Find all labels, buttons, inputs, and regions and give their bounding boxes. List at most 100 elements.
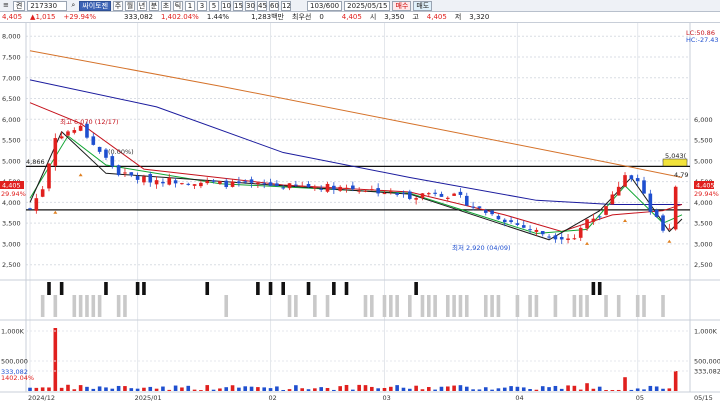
right-price-tag-text: 4,405 bbox=[696, 182, 715, 190]
candle-body bbox=[34, 198, 39, 211]
candle-body bbox=[357, 190, 361, 192]
candle-body bbox=[351, 185, 355, 190]
volume-bar bbox=[509, 386, 513, 391]
candle-body bbox=[604, 206, 608, 215]
interval-1-button[interactable]: 1 bbox=[185, 0, 196, 11]
volume-bar bbox=[490, 389, 494, 391]
interval-45-button[interactable]: 45 bbox=[257, 0, 268, 11]
period-week-button[interactable]: 주 bbox=[113, 0, 124, 11]
candle-body bbox=[572, 238, 577, 240]
candle-body bbox=[597, 216, 602, 218]
count-field[interactable]: 103/600 bbox=[307, 0, 343, 11]
sell-button[interactable]: 매도 bbox=[413, 0, 433, 11]
price-chart[interactable]: 8,0007,5007,0006,5006,0005,5005,0004,500… bbox=[0, 23, 720, 404]
volume-bar bbox=[604, 390, 608, 391]
period-year-button[interactable]: 년 bbox=[137, 0, 148, 11]
interval-10-button[interactable]: 10 bbox=[221, 0, 232, 11]
period-minute-button[interactable]: 분 bbox=[149, 0, 160, 11]
volume-bar bbox=[332, 389, 336, 391]
magnifier-icon[interactable]: ⌕ bbox=[69, 1, 77, 11]
interval-15-button[interactable]: 15 bbox=[233, 0, 244, 11]
candle-body bbox=[186, 183, 191, 185]
candle-body bbox=[376, 188, 380, 194]
menu-icon[interactable]: ≡ bbox=[1, 1, 11, 11]
buy-button[interactable]: 매수 bbox=[392, 0, 412, 11]
date-field[interactable]: 2025/05/15 bbox=[344, 0, 391, 11]
volume-bar bbox=[199, 390, 203, 391]
volume-bar bbox=[47, 387, 51, 391]
signal-bar bbox=[294, 295, 298, 317]
volume-bar bbox=[452, 385, 456, 391]
candle-body bbox=[230, 181, 235, 187]
low-annotation: 최저 2,920 (04/09) bbox=[452, 243, 511, 252]
period-month-button[interactable]: 월 bbox=[125, 0, 136, 11]
volume-left-tick: 500,000 bbox=[1, 358, 28, 366]
signal-bar bbox=[325, 295, 330, 317]
volume-bar bbox=[319, 387, 323, 391]
volume-bar bbox=[414, 385, 418, 391]
signal-bar bbox=[572, 295, 577, 317]
right-tick-label: 5,000 bbox=[694, 157, 713, 165]
interval-12-button[interactable]: 12 bbox=[281, 0, 292, 11]
volume-bar bbox=[534, 389, 539, 391]
candle-body bbox=[540, 231, 545, 235]
candle-body bbox=[28, 208, 32, 210]
stock-name-field[interactable]: 싸이토젠 bbox=[79, 0, 112, 11]
volume-tick-label: 500,000 bbox=[694, 358, 720, 366]
interval-30-button[interactable]: 30 bbox=[245, 0, 256, 11]
candle-body bbox=[559, 237, 564, 240]
signal-bar bbox=[116, 295, 121, 317]
left-price-tag-text: 4,405 bbox=[2, 182, 21, 190]
candle-body bbox=[319, 188, 323, 190]
signal-bar bbox=[256, 282, 260, 295]
period-second-button[interactable]: 초 bbox=[161, 0, 172, 11]
interval-3-button[interactable]: 3 bbox=[197, 0, 208, 11]
candle-body bbox=[294, 184, 298, 186]
volume-bar bbox=[616, 389, 621, 391]
price-tick-label: 5,000 bbox=[2, 157, 21, 165]
signal-bar bbox=[515, 295, 520, 317]
candle-body bbox=[129, 172, 134, 176]
signal-bar bbox=[382, 295, 387, 317]
interval-5-button[interactable]: 5 bbox=[209, 0, 220, 11]
volume-bar bbox=[673, 371, 678, 391]
candle-body bbox=[673, 186, 678, 230]
volume-bar bbox=[97, 386, 102, 391]
volume-bar bbox=[173, 385, 178, 391]
candle-body bbox=[439, 193, 444, 197]
low-price: 3,320 bbox=[469, 13, 490, 21]
candle-body bbox=[426, 193, 431, 195]
candle-body bbox=[521, 225, 526, 228]
stock-code-input[interactable]: 217330 bbox=[27, 0, 68, 11]
signal-bar bbox=[597, 282, 602, 295]
candle-body bbox=[313, 186, 317, 189]
current-price: 4,405 bbox=[2, 13, 23, 21]
volume-bar bbox=[610, 390, 615, 391]
signal-bar bbox=[604, 295, 608, 317]
signal-bar bbox=[616, 295, 621, 317]
change-value: ▲1,015 bbox=[30, 13, 56, 21]
signal-bar bbox=[452, 295, 456, 317]
volume-bar bbox=[28, 387, 32, 391]
right-pct-tag: 29.94% bbox=[694, 190, 719, 198]
candle-body bbox=[502, 219, 507, 223]
candle-body bbox=[262, 183, 267, 185]
mode-select[interactable]: 켠 bbox=[12, 0, 26, 11]
volume-bar bbox=[395, 385, 399, 391]
signal-bar bbox=[344, 282, 349, 295]
volume-bar bbox=[547, 387, 551, 391]
period-tick-button[interactable]: 틱 bbox=[173, 0, 184, 11]
candle-body bbox=[243, 181, 248, 183]
candle-body bbox=[325, 183, 330, 192]
signal-bar bbox=[104, 282, 108, 295]
left-pct-tag: 29.94% bbox=[1, 190, 26, 198]
candle-body bbox=[78, 125, 83, 131]
candle-body bbox=[483, 210, 488, 213]
volume-left-tick: 1,000K bbox=[1, 328, 25, 336]
volume-bar bbox=[249, 386, 254, 391]
volume-bar bbox=[306, 389, 311, 391]
candle-body bbox=[142, 176, 146, 183]
candle-body bbox=[635, 178, 640, 182]
interval-60-button[interactable]: 60 bbox=[269, 0, 280, 11]
volume-bar bbox=[186, 385, 191, 391]
